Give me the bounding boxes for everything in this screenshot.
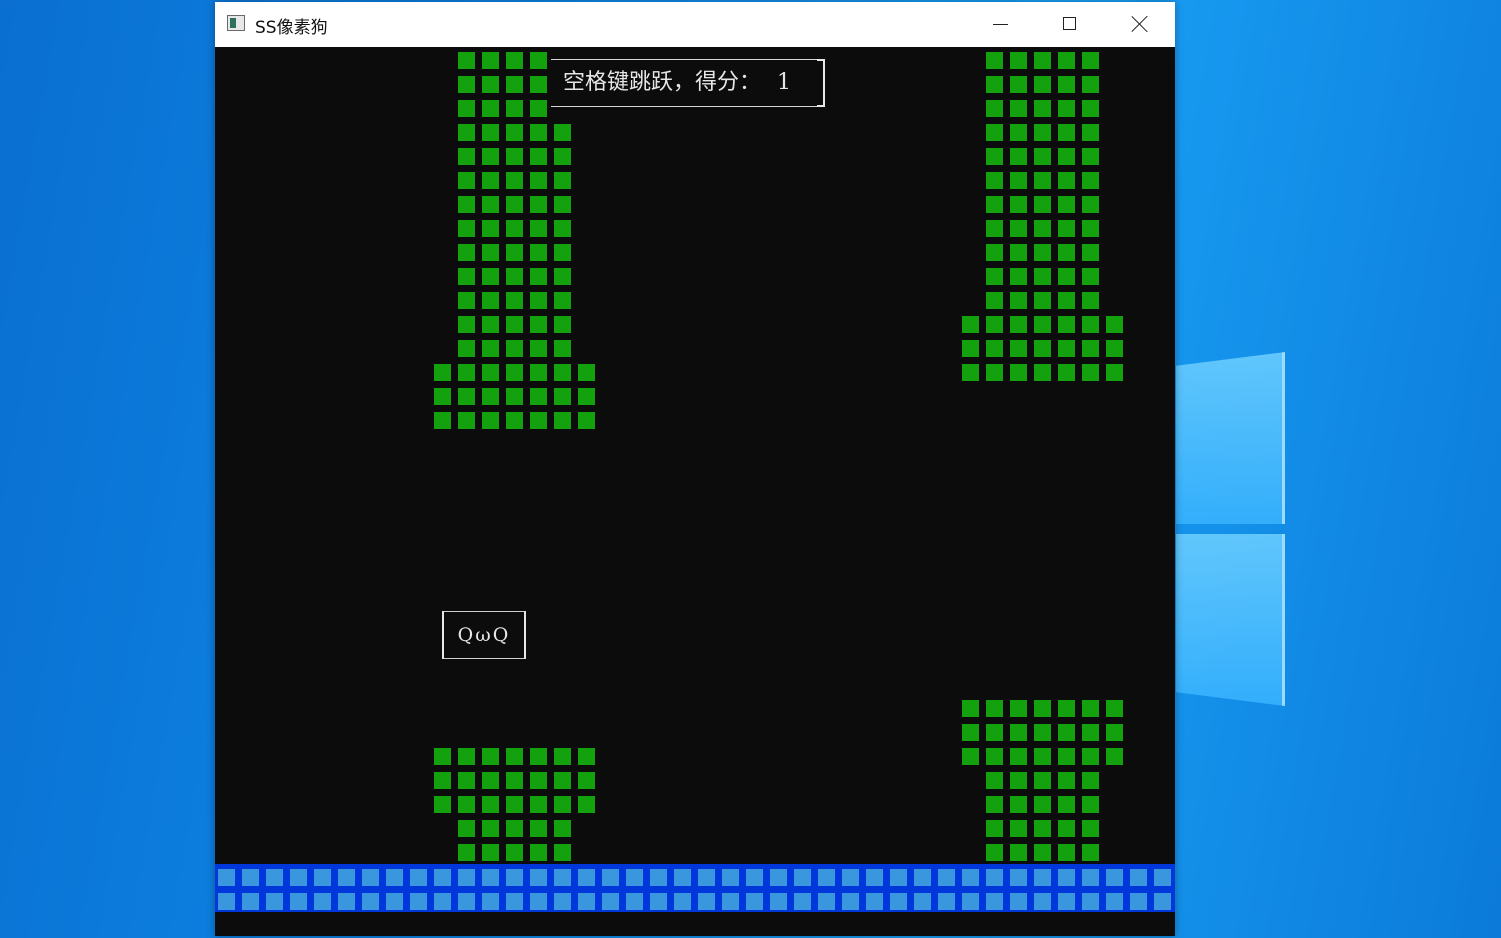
score-display: 空格键跳跃，得分： 1 xyxy=(551,59,825,107)
game-canvas[interactable]: 空格键跳跃，得分： 1 QωQ xyxy=(215,47,1175,936)
score-value: 1 xyxy=(777,70,792,95)
score-instruction-label: 空格键跳跃，得分： xyxy=(563,70,762,95)
windows-logo-pane-bottom xyxy=(1176,534,1285,706)
title-bar[interactable]: SS像素狗 xyxy=(215,2,1175,47)
window-title: SS像素狗 xyxy=(255,18,328,38)
player-face: QωQ xyxy=(457,624,511,646)
minimize-icon xyxy=(993,24,1008,25)
ground-tiles-row xyxy=(215,893,1175,910)
game-window: SS像素狗 空格键跳跃，得分： 1 QωQ xyxy=(215,2,1175,936)
maximize-button[interactable] xyxy=(1035,2,1105,47)
maximize-icon xyxy=(1063,17,1076,30)
ground-tiles-row xyxy=(215,869,1175,886)
minimize-button[interactable] xyxy=(965,2,1035,47)
console-app-icon[interactable] xyxy=(227,15,245,31)
ground xyxy=(215,864,1175,912)
player-dog: QωQ xyxy=(442,611,526,659)
close-button[interactable] xyxy=(1105,2,1175,47)
close-icon xyxy=(1131,15,1149,33)
windows-logo xyxy=(1176,352,1285,706)
windows-logo-pane-top xyxy=(1176,352,1285,524)
